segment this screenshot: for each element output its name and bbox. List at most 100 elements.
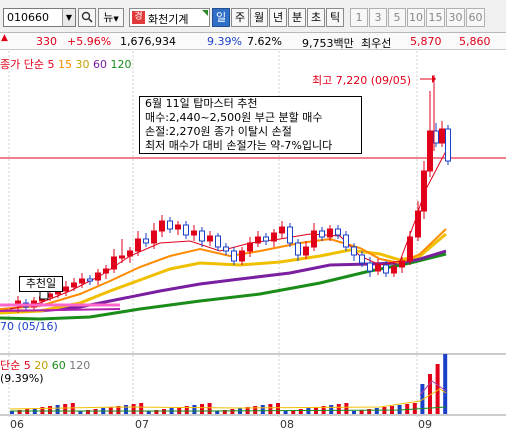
ratio-1: 9.39%: [207, 35, 242, 48]
candle-body: [95, 272, 101, 281]
change-percent: +5.96%: [67, 35, 112, 48]
legend-ma30: 30: [75, 58, 90, 71]
candle-body: [167, 220, 173, 230]
candle-body: [439, 128, 445, 144]
candle-body: [383, 264, 389, 274]
interval-button[interactable]: 60: [466, 8, 485, 27]
candle-body: [263, 236, 269, 242]
volume-legend: 단순 5 20 60 120: [0, 357, 90, 373]
candle-body: [127, 250, 133, 257]
volume-bar: [298, 409, 303, 414]
candle-body: [391, 266, 397, 274]
volume-note: (9.39%): [0, 372, 44, 385]
price-change: 330: [36, 35, 57, 48]
legend-ma60: 60: [92, 58, 107, 71]
period-button[interactable]: 초: [307, 8, 325, 27]
candle-body: [71, 282, 77, 288]
ask-price: 5,860: [459, 35, 491, 48]
recommendation-note: 6월 11일 탑마스터 추천 매수:2,440~2,500원 부근 분할 매수 …: [139, 96, 362, 154]
volume-bar: [329, 405, 334, 414]
min-label: 최우선: [361, 37, 392, 50]
x-label-07: 07: [135, 418, 149, 431]
chevron-down-icon[interactable]: ▼: [62, 9, 75, 26]
stock-code-value: 010660: [7, 11, 49, 24]
volume-bar: [200, 404, 204, 414]
volume-bar: [283, 411, 288, 414]
bid-price: 5,870: [410, 35, 442, 48]
candle-body: [415, 210, 421, 238]
candle-body: [143, 238, 149, 244]
candle-body: [375, 264, 381, 272]
interval-button[interactable]: 5: [388, 8, 406, 27]
period-button[interactable]: 틱: [326, 8, 344, 27]
volume-bar: [207, 403, 212, 414]
stock-code-input[interactable]: 010660 ▼: [3, 8, 76, 27]
volume-bar: [63, 404, 68, 414]
volume-bar: [192, 405, 197, 414]
status-badge: 경: [132, 11, 145, 24]
volume-bar: [352, 411, 356, 414]
search-button[interactable]: [78, 8, 96, 27]
candle-body: [327, 228, 333, 238]
note-line-1: 6월 11일 탑마스터 추천: [145, 97, 258, 110]
period-button[interactable]: 일: [212, 8, 230, 27]
max-price-label: 최고 7,220 (09/05): [312, 74, 412, 87]
period-button[interactable]: 분: [288, 8, 306, 27]
note-line-2: 매수:2,440~2,500원 부근 분할 매수: [145, 111, 323, 124]
x-label-06: 06: [10, 418, 24, 431]
interval-button[interactable]: 10: [407, 8, 425, 27]
candle-body: [111, 256, 117, 270]
volume-bar: [70, 403, 75, 414]
volume-bar: [374, 408, 379, 414]
volume-bar: [215, 411, 220, 414]
volume-bar: [48, 406, 52, 414]
candle-body: [287, 226, 293, 244]
interval-button[interactable]: 15: [426, 8, 445, 27]
interval-button[interactable]: 1: [350, 8, 368, 27]
volume-bar: [276, 403, 280, 414]
candle-body: [359, 254, 365, 264]
candle-body: [427, 130, 433, 172]
toolbar: 010660 ▼ 뉴▼ 경 화천기계 일주월년분초틱 1 3 5 10 15 30 60: [0, 0, 506, 33]
low-price-label: 70 (05/16): [0, 320, 58, 333]
legend-ma120: 120: [110, 58, 132, 71]
candle-body: [239, 250, 245, 262]
stock-name-field[interactable]: 경 화천기계: [129, 8, 210, 27]
ma30-line: [0, 232, 447, 315]
corner-triangle-icon: [202, 10, 208, 16]
candle-body: [445, 128, 451, 162]
note-line-4: 최저 매수가 대비 손절가는 약-7%입니다: [145, 139, 333, 152]
x-label-08: 08: [280, 418, 294, 431]
candle-body: [103, 268, 109, 274]
candle-body: [271, 232, 277, 242]
volume-value: 1,676,934: [120, 35, 176, 48]
period-button[interactable]: 주: [231, 8, 249, 27]
candle-body: [87, 278, 93, 282]
volume-bar: [443, 354, 448, 414]
volume-bar: [435, 364, 440, 414]
legend-ma5: 5: [47, 58, 55, 71]
period-button[interactable]: 년: [269, 8, 287, 27]
ma60-line: [0, 249, 447, 313]
stock-name: 화천기계: [148, 13, 189, 26]
candle-body: [199, 230, 205, 242]
period-button[interactable]: 월: [250, 8, 268, 27]
candle-body: [159, 220, 165, 232]
up-triangle-icon: ▲: [1, 33, 8, 43]
candle-body: [335, 228, 341, 236]
candle-body: [367, 262, 373, 272]
volume-bar: [230, 409, 235, 414]
interval-button[interactable]: 30: [446, 8, 465, 27]
candle-body: [135, 238, 141, 252]
candle-body: [183, 224, 189, 236]
ma-legend: 종가 단순 5 15 30 60 120: [0, 56, 131, 72]
candle-body: [351, 246, 357, 256]
candle-body: [343, 234, 349, 248]
candle-body: [215, 235, 221, 248]
legend-prefix: 종가 단순: [0, 58, 44, 71]
new-button[interactable]: 뉴▼: [98, 8, 124, 27]
interval-button[interactable]: 3: [369, 8, 387, 27]
candle-body: [295, 242, 301, 256]
candle-body: [191, 230, 197, 236]
candle-body: [79, 278, 85, 284]
